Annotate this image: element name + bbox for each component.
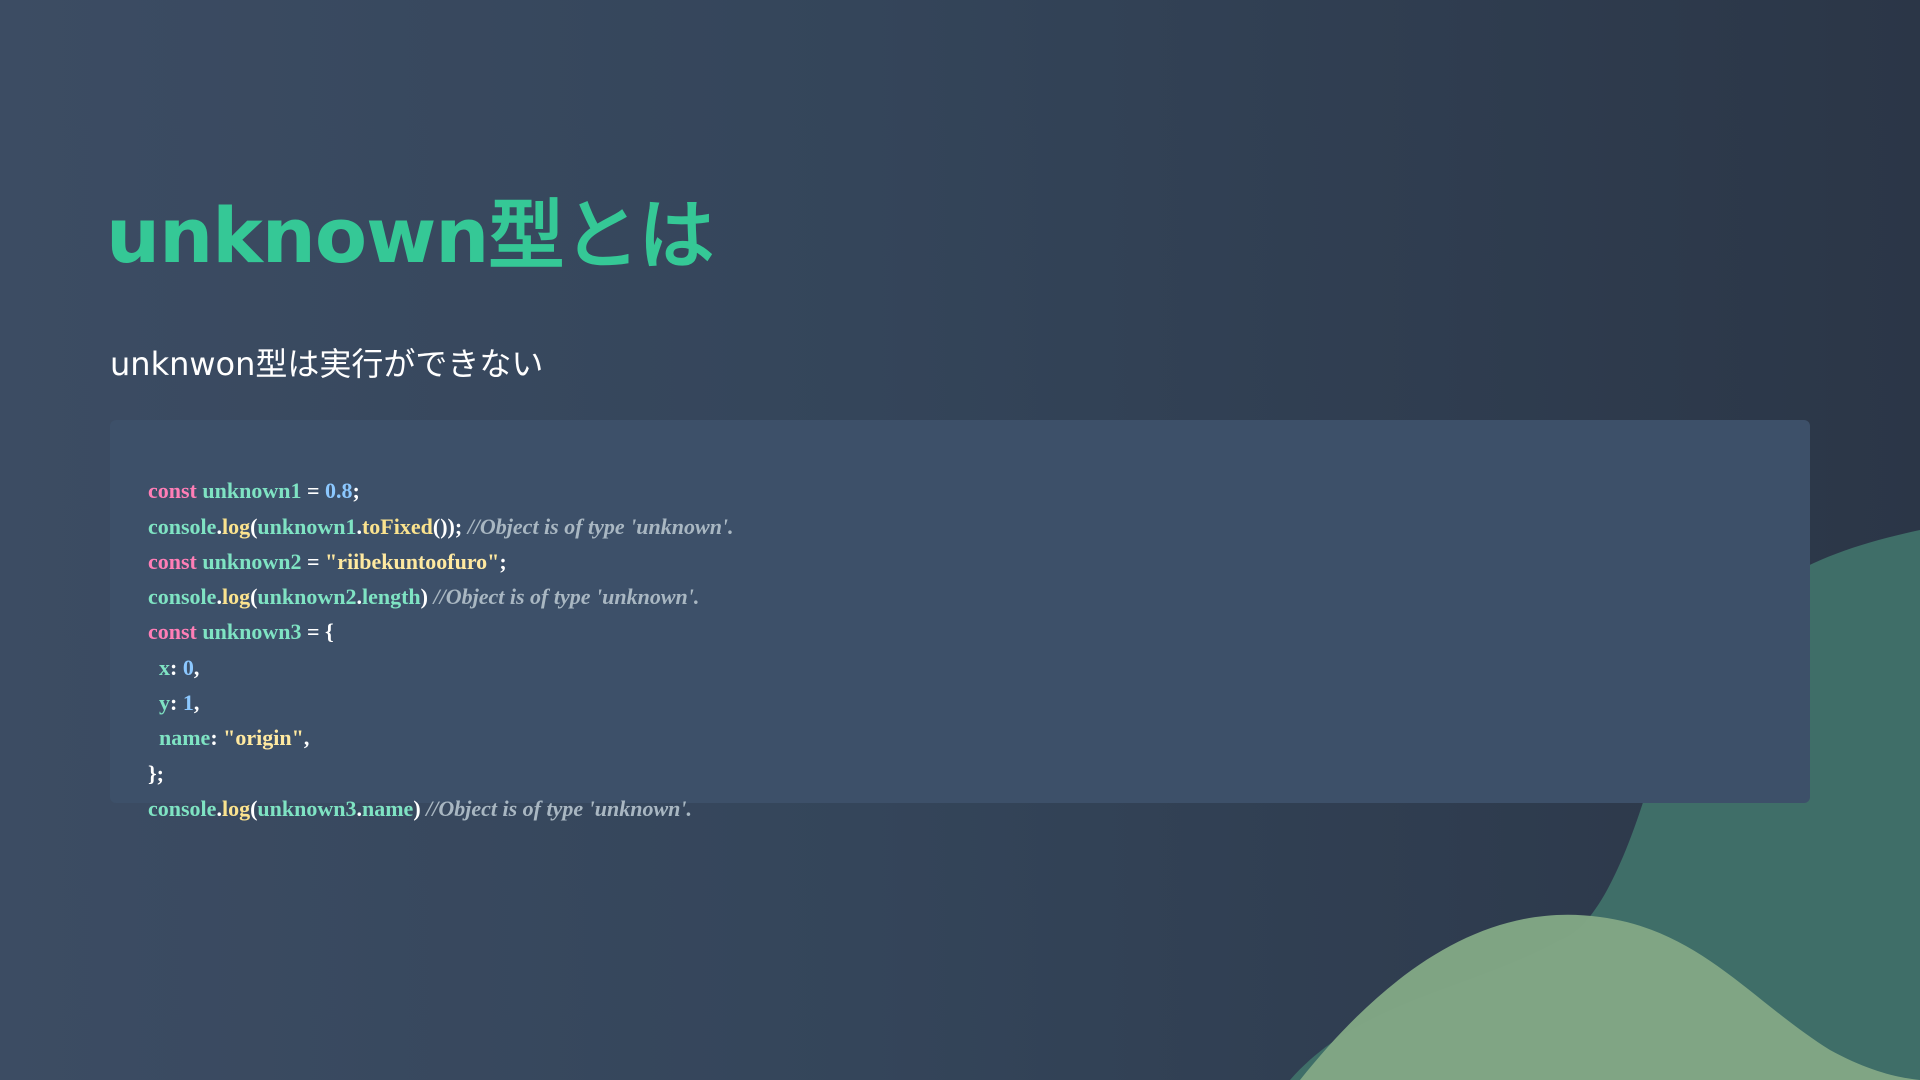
code-punct: :: [210, 725, 224, 751]
code-identifier: unknown2: [202, 548, 302, 574]
code-function: log: [221, 513, 251, 539]
code-punct: =: [301, 478, 326, 504]
code-number: 0: [182, 654, 194, 680]
code-identifier: y: [159, 690, 170, 716]
code-punct: ;: [352, 478, 360, 504]
code-line: const unknown1 = 0.8;: [126, 438, 1794, 503]
code-comment: //Object is of type 'unknown'.: [433, 584, 700, 610]
code-keyword: const: [148, 548, 197, 574]
code-punct: ,: [303, 725, 310, 751]
code-identifier: x: [159, 654, 170, 680]
code-punct: ): [420, 584, 434, 610]
code-identifier: unknown2: [257, 584, 357, 610]
code-string: "riibekuntoofuro": [325, 548, 500, 574]
code-line: console.log(unknown1.toFixed()); //Objec…: [126, 473, 1794, 539]
code-identifier: unknown3: [202, 619, 302, 645]
code-number: 1: [182, 690, 194, 716]
code-punct: :: [170, 690, 183, 716]
code-identifier: unknown1: [257, 513, 357, 539]
code-punct: =: [301, 548, 326, 574]
slide-subtitle: unknwon型は実行ができない: [110, 345, 544, 383]
code-punct: ,: [193, 690, 200, 716]
code-identifier: console: [148, 795, 217, 821]
code-keyword: const: [148, 619, 197, 645]
code-line: x: 0,: [126, 614, 1794, 680]
code-line: };: [126, 720, 1794, 786]
code-function: log: [221, 584, 251, 610]
code-number: 0.8: [325, 478, 353, 504]
code-identifier: name: [361, 795, 414, 821]
code-punct: ): [413, 795, 427, 821]
code-punct: :: [170, 654, 183, 680]
code-keyword: const: [148, 478, 197, 504]
code-line: name: "origin",: [126, 685, 1794, 750]
code-identifier: console: [148, 513, 217, 539]
code-punct: ,: [193, 654, 200, 680]
code-punct: };: [148, 760, 164, 786]
code-identifier: unknown3: [257, 795, 357, 821]
code-identifier: unknown1: [202, 478, 302, 504]
code-identifier: console: [148, 584, 217, 610]
code-punct: ;: [499, 548, 507, 574]
code-function: toFixed: [361, 513, 433, 539]
code-identifier: length: [361, 584, 421, 610]
code-string: "origin": [223, 725, 304, 751]
code-line: console.log(unknown3.name) //Object is o…: [126, 756, 1794, 821]
code-punct: ());: [432, 513, 468, 539]
light-wave-shape: [1300, 914, 1920, 1080]
code-punct: = {: [301, 619, 334, 645]
code-function: log: [221, 795, 251, 821]
code-comment: //Object is of type 'unknown'.: [426, 795, 692, 821]
code-block: const unknown1 = 0.8; console.log(unknow…: [110, 420, 1810, 821]
code-comment: //Object is of type 'unknown'.: [467, 513, 734, 539]
code-line: y: 1,: [126, 650, 1794, 715]
slide-title: unknown型とは: [106, 191, 714, 280]
code-identifier: name: [159, 725, 211, 751]
